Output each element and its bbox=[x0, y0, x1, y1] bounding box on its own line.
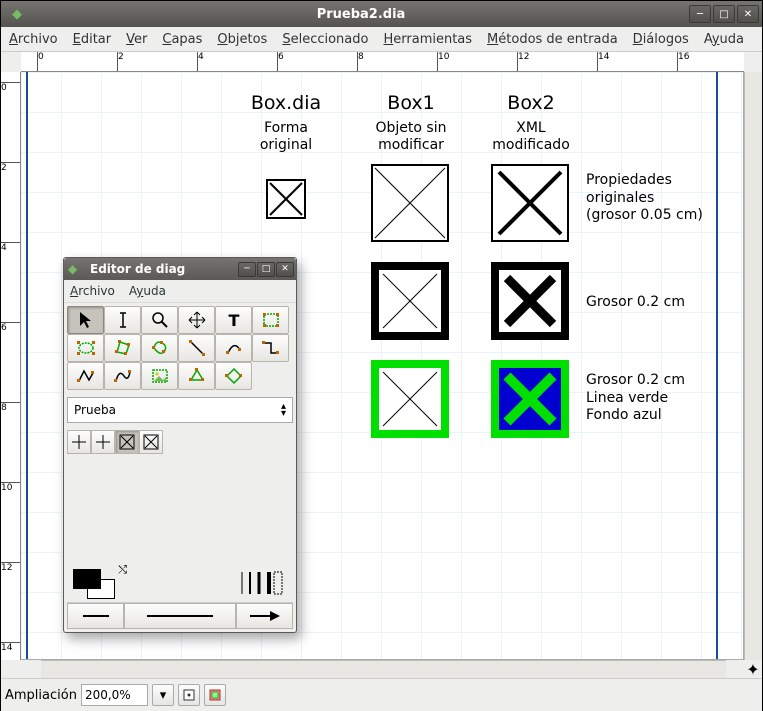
toolbox-minimize-button[interactable]: ─ bbox=[238, 262, 256, 277]
scrollbar-horizontal[interactable] bbox=[41, 660, 726, 678]
col3-sub: XML modificado bbox=[481, 120, 581, 154]
menu-dialogos[interactable]: Diálogos bbox=[633, 32, 689, 47]
col1-sub: Forma original bbox=[236, 120, 336, 154]
toolbox-window[interactable]: ◆ Editor de diag ─ □ ✕ Archivo Ayuda T bbox=[63, 257, 297, 633]
fg-color[interactable] bbox=[73, 569, 101, 589]
tool-bezier[interactable] bbox=[104, 362, 141, 390]
col2-heading: Box1 bbox=[361, 92, 461, 114]
box2-row1[interactable] bbox=[491, 164, 569, 242]
tool-magnify[interactable] bbox=[141, 306, 178, 334]
tool-zigzag[interactable] bbox=[252, 334, 289, 362]
tool-scroll[interactable] bbox=[178, 306, 215, 334]
box2-row3[interactable] bbox=[491, 360, 569, 438]
box2-row2[interactable] bbox=[491, 262, 569, 340]
menu-editar[interactable]: Editar bbox=[73, 32, 112, 47]
svg-text:T: T bbox=[228, 311, 239, 330]
toolbox-tools: T bbox=[64, 302, 296, 393]
tool-ellipse[interactable] bbox=[67, 334, 104, 362]
tool-line[interactable] bbox=[178, 334, 215, 362]
combo-arrows-icon: ▴▾ bbox=[281, 403, 286, 417]
tool-outline2[interactable] bbox=[215, 362, 252, 390]
bottom-row: ✦ bbox=[1, 660, 762, 678]
toolbox-app-icon: ◆ bbox=[68, 262, 86, 276]
titlebar: ◆ Prueba2.dia ─ □ ✕ bbox=[1, 1, 762, 27]
col1-heading: Box.dia bbox=[236, 92, 336, 114]
arrow-selectors bbox=[67, 602, 293, 629]
tool-image[interactable] bbox=[141, 362, 178, 390]
tool-pointer[interactable] bbox=[67, 306, 104, 334]
statusbar: Ampliación ▾ bbox=[1, 678, 762, 711]
toolbox-menu-ayuda[interactable]: Ayuda bbox=[129, 284, 166, 298]
shape-xbox1[interactable] bbox=[115, 430, 139, 454]
toolbox-close-button[interactable]: ✕ bbox=[276, 262, 294, 277]
tool-beziergon[interactable] bbox=[141, 334, 178, 362]
tool-box[interactable] bbox=[252, 306, 289, 334]
tool-polyline[interactable] bbox=[67, 362, 104, 390]
menu-ayuda[interactable]: Ayuda bbox=[704, 32, 744, 47]
col2-sub: Objeto sin modificar bbox=[361, 120, 461, 154]
ruler-horizontal: 0246810121416 bbox=[21, 52, 744, 72]
row1-label: Propiedades originales (grosor 0.05 cm) bbox=[586, 172, 703, 225]
menu-objetos[interactable]: Objetos bbox=[217, 32, 267, 47]
sheet-name: Prueba bbox=[74, 403, 116, 417]
menu-seleccionado[interactable]: Seleccionado bbox=[282, 32, 368, 47]
snap-object-button[interactable] bbox=[204, 684, 226, 706]
ruler-corner bbox=[1, 660, 21, 678]
tool-arc[interactable] bbox=[215, 334, 252, 362]
box1-row2[interactable] bbox=[371, 262, 449, 340]
line-style[interactable] bbox=[124, 603, 236, 629]
snap-grid-button[interactable] bbox=[178, 684, 200, 706]
nav-corner[interactable]: ✦ bbox=[744, 660, 762, 678]
arrow-end[interactable] bbox=[236, 603, 293, 629]
shape-plus2[interactable] bbox=[91, 430, 115, 454]
sheet-shapes bbox=[64, 427, 296, 457]
minimize-button[interactable]: ─ bbox=[689, 5, 711, 23]
color-swatch[interactable]: ⤭ bbox=[73, 569, 115, 599]
swap-colors-icon[interactable]: ⤭ bbox=[118, 563, 127, 577]
tool-text-edit[interactable] bbox=[104, 306, 141, 334]
maximize-button[interactable]: □ bbox=[713, 5, 735, 23]
shape-xbox2[interactable] bbox=[139, 430, 163, 454]
zoom-label: Ampliación bbox=[5, 688, 77, 703]
tool-outline[interactable] bbox=[178, 362, 215, 390]
arrow-start[interactable] bbox=[67, 603, 124, 629]
row3-label: Grosor 0.2 cm Linea verde Fondo azul bbox=[586, 372, 685, 425]
window-title: Prueba2.dia bbox=[33, 7, 689, 22]
scrollbar-vertical[interactable] bbox=[744, 72, 762, 660]
zoom-dropdown[interactable]: ▾ bbox=[152, 684, 174, 706]
shape-plus1[interactable] bbox=[67, 430, 91, 454]
menu-herramientas[interactable]: Herramientas bbox=[383, 32, 472, 47]
tool-polygon[interactable] bbox=[104, 334, 141, 362]
menu-archivo[interactable]: Archivo bbox=[9, 32, 58, 47]
box1-row1[interactable] bbox=[371, 164, 449, 242]
toolbox-bottom: ⤭ bbox=[67, 564, 293, 629]
close-button[interactable]: ✕ bbox=[737, 5, 759, 23]
menu-capas[interactable]: Capas bbox=[162, 32, 202, 47]
line-width-selector[interactable] bbox=[235, 567, 287, 599]
app-icon: ◆ bbox=[7, 4, 27, 24]
toolbox-menubar: Archivo Ayuda bbox=[64, 280, 296, 302]
menubar: Archivo Editar Ver Capas Objetos Selecci… bbox=[1, 27, 762, 52]
menu-metodos[interactable]: Métodos de entrada bbox=[487, 32, 618, 47]
row2-label: Grosor 0.2 cm bbox=[586, 294, 685, 312]
toolbox-title: Editor de diag bbox=[90, 262, 238, 276]
zoom-input[interactable] bbox=[81, 684, 148, 706]
tool-text[interactable]: T bbox=[215, 306, 252, 334]
ruler-vertical: 02468101214 bbox=[1, 72, 21, 660]
toolbox-menu-archivo[interactable]: Archivo bbox=[70, 284, 115, 298]
toolbox-titlebar: ◆ Editor de diag ─ □ ✕ bbox=[64, 258, 296, 280]
sheet-selector[interactable]: Prueba ▴▾ bbox=[67, 397, 293, 423]
toolbox-maximize-button[interactable]: □ bbox=[257, 262, 275, 277]
window-buttons: ─ □ ✕ bbox=[689, 5, 762, 23]
box1-row3[interactable] bbox=[371, 360, 449, 438]
main-window: ◆ Prueba2.dia ─ □ ✕ Archivo Editar Ver C… bbox=[0, 0, 763, 711]
box-dia-original[interactable] bbox=[266, 179, 306, 219]
menu-ver[interactable]: Ver bbox=[126, 32, 147, 47]
col3-heading: Box2 bbox=[481, 92, 581, 114]
